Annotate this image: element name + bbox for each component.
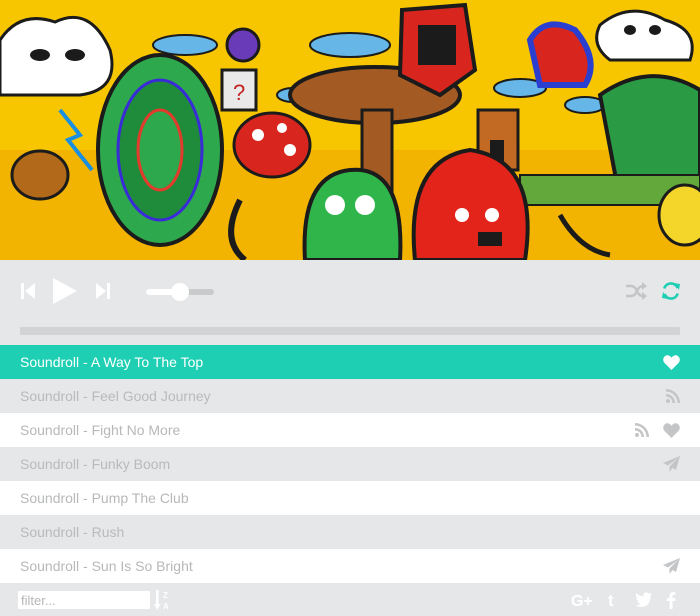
track-actions [663,549,680,583]
album-cover-art: ? [0,0,700,260]
shuffle-icon[interactable] [625,282,647,300]
facebook-icon[interactable] [666,591,676,609]
google-plus-icon[interactable]: G+ [571,591,595,609]
playlist-track[interactable]: Soundroll - Sun Is So Bright [0,549,700,583]
playlist-track[interactable]: Soundroll - Fight No More [0,413,700,447]
track-title: Soundroll - Pump The Club [20,490,189,506]
track-actions [635,413,680,447]
svg-text:t: t [608,591,614,609]
sort-alpha-icon[interactable]: Z A [154,589,172,616]
music-player: ? Soundroll - A Way To The Top Soundroll… [0,0,700,616]
track-actions [663,345,680,379]
twitter-icon[interactable] [635,591,653,607]
volume-slider[interactable] [146,283,214,301]
repeat-icon[interactable] [661,281,681,301]
playlist-track[interactable]: Soundroll - Funky Boom [0,447,700,481]
track-title: Soundroll - Funky Boom [20,456,171,472]
playlist-track[interactable]: Soundroll - Feel Good Journey [0,379,700,413]
playlist-track[interactable]: Soundroll - A Way To The Top [0,345,700,379]
track-title: Soundroll - Feel Good Journey [20,388,211,404]
svg-text:Z: Z [163,591,168,600]
heart-icon[interactable] [663,422,680,438]
volume-knob[interactable] [171,283,189,301]
rss-icon[interactable] [666,389,680,403]
progress-bar[interactable] [20,327,680,335]
playlist-track[interactable]: Soundroll - Pump The Club [0,481,700,515]
tumblr-icon[interactable]: t [608,591,620,609]
send-icon[interactable] [663,456,680,472]
svg-text:G+: G+ [571,593,593,609]
track-title: Soundroll - Rush [20,524,125,540]
track-title: Soundroll - A Way To The Top [20,354,204,370]
play-icon[interactable] [52,277,78,305]
svg-text:?: ? [233,80,245,105]
track-title: Soundroll - Fight No More [20,422,181,438]
playlist: Soundroll - A Way To The Top Soundroll - … [0,345,700,583]
skip-forward-icon[interactable] [95,281,111,301]
skip-back-icon[interactable] [20,281,36,301]
svg-text:A: A [163,602,169,611]
rss-icon[interactable] [635,423,649,437]
filter-input[interactable] [18,591,150,609]
track-actions [666,379,680,413]
playlist-footer: Z A G+ t [0,583,700,616]
send-icon[interactable] [663,558,680,574]
heart-icon[interactable] [663,354,680,370]
playlist-track[interactable]: Soundroll - Rush [0,515,700,549]
track-title: Soundroll - Sun Is So Bright [20,558,193,574]
track-actions [663,447,680,481]
